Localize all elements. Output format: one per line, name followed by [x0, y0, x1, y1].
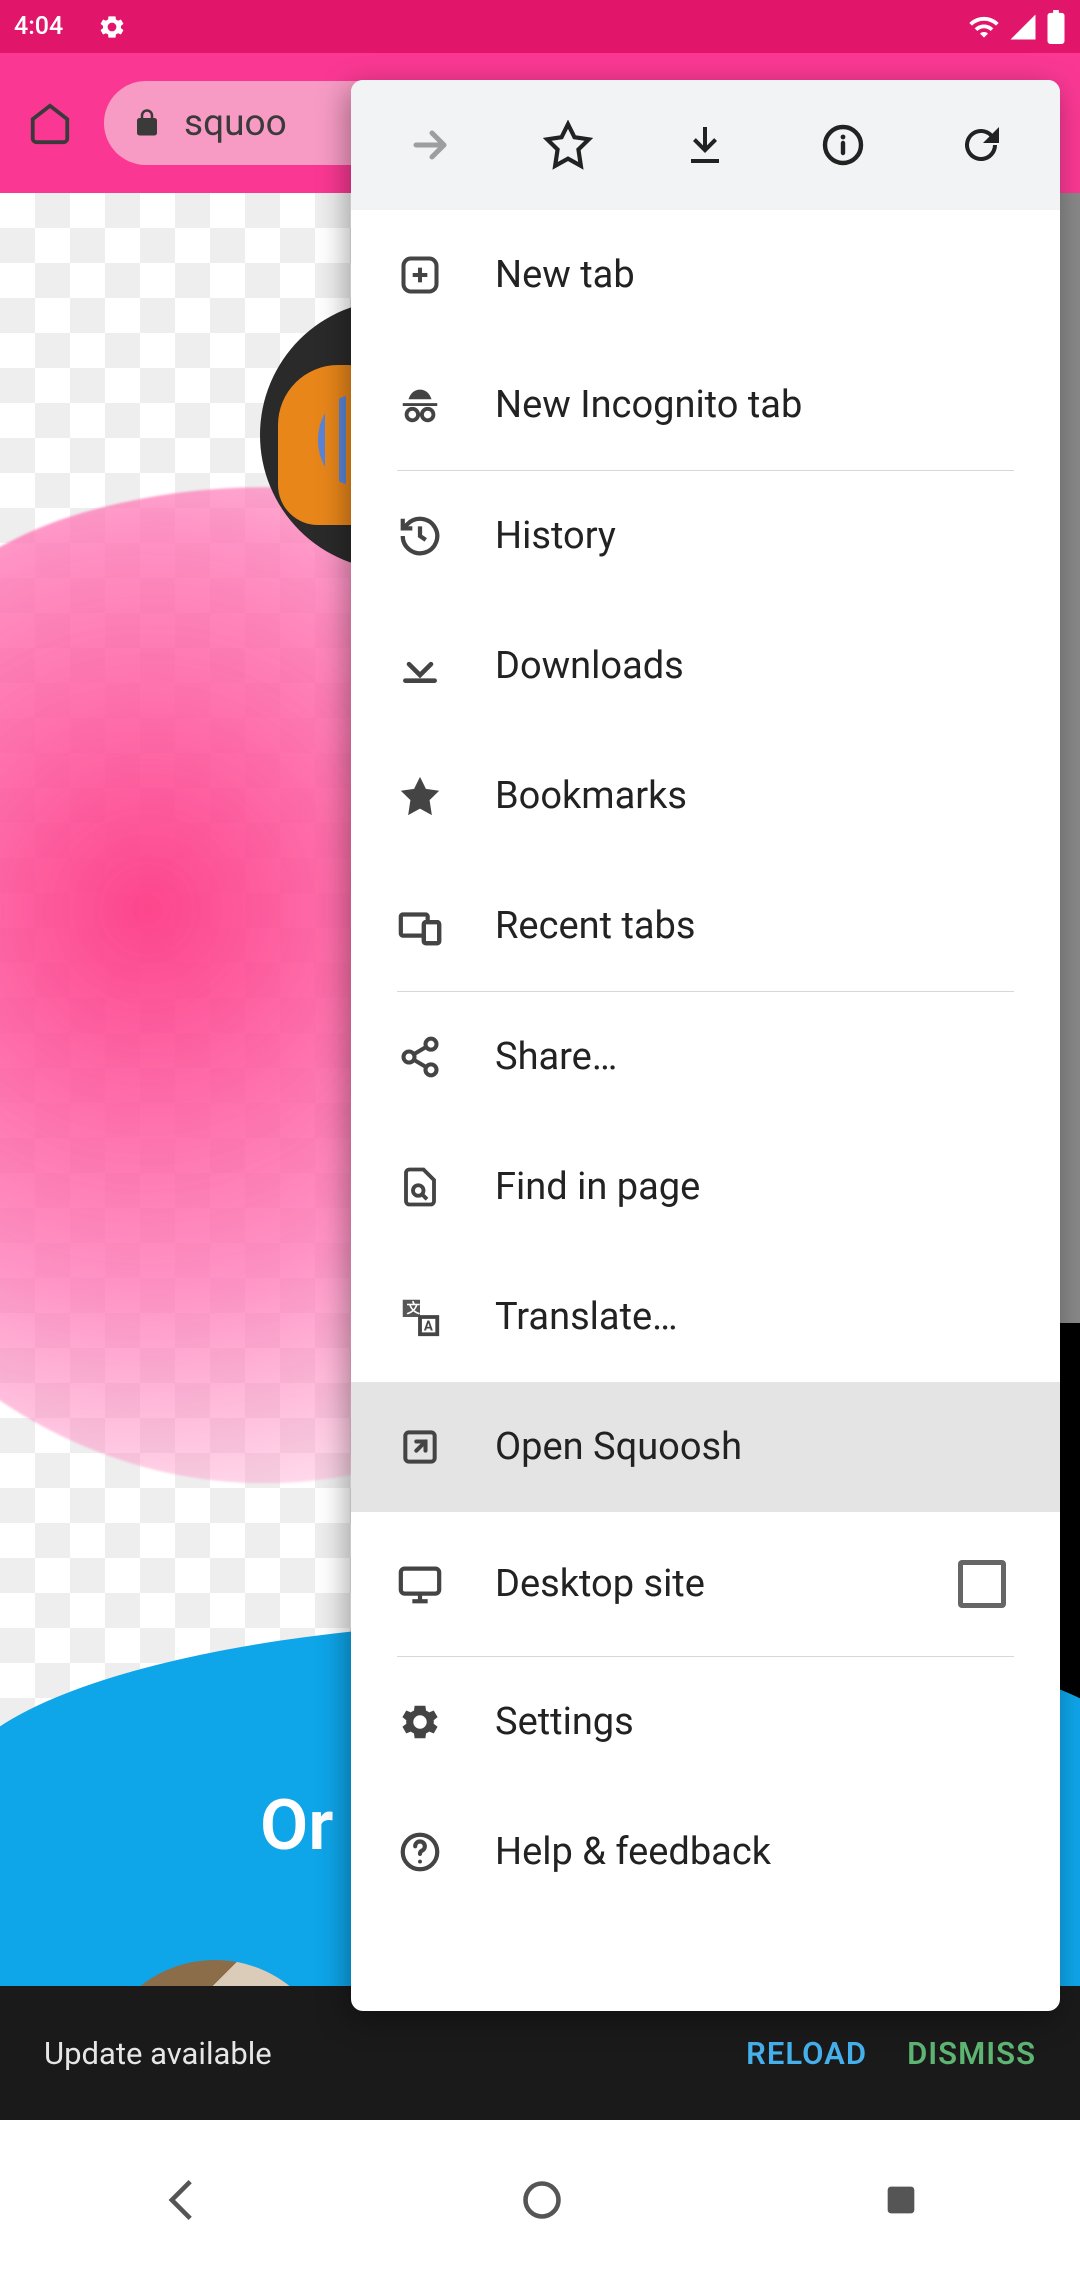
incognito-icon: [397, 382, 443, 428]
download-icon: [681, 121, 729, 169]
dismiss-button[interactable]: DISMISS: [907, 2035, 1036, 2072]
menu-label: Bookmarks: [495, 774, 1014, 818]
forward-icon: [406, 121, 454, 169]
status-bar: 4:04: [0, 0, 1080, 53]
settings-item[interactable]: Settings: [351, 1657, 1060, 1787]
star-outline-icon: [543, 120, 593, 170]
refresh-icon: [957, 121, 1005, 169]
translate-item[interactable]: 文A Translate…: [351, 1252, 1060, 1382]
incognito-tab-item[interactable]: New Incognito tab: [351, 340, 1060, 470]
svg-text:文: 文: [407, 1300, 421, 1317]
status-time: 4:04: [14, 12, 63, 41]
menu-label: Recent tabs: [495, 904, 1014, 948]
scrollbar[interactable]: [1059, 193, 1080, 1323]
refresh-button[interactable]: [941, 105, 1021, 185]
share-icon: [397, 1034, 443, 1080]
gear-icon: [397, 1699, 443, 1745]
url-text: squoo: [184, 102, 287, 145]
downloads-item[interactable]: Downloads: [351, 601, 1060, 731]
home-button[interactable]: [20, 93, 80, 153]
desktop-checkbox[interactable]: [958, 1560, 1006, 1608]
translate-icon: 文A: [397, 1294, 443, 1340]
bookmark-button[interactable]: [528, 105, 608, 185]
overflow-menu: New tab New Incognito tab History Downlo…: [351, 80, 1060, 2011]
history-item[interactable]: History: [351, 471, 1060, 601]
svg-text:A: A: [424, 1319, 433, 1334]
menu-label: Translate…: [495, 1295, 1014, 1339]
new-tab-icon: [397, 252, 443, 298]
open-app-item[interactable]: Open Squoosh: [351, 1382, 1060, 1512]
menu-label: Desktop site: [495, 1562, 906, 1606]
lock-icon: [132, 105, 162, 141]
menu-label: New Incognito tab: [495, 383, 1014, 427]
menu-label: History: [495, 514, 1014, 558]
home-nav-icon[interactable]: [520, 2178, 564, 2222]
menu-label: Help & feedback: [495, 1830, 1014, 1874]
devices-icon: [397, 903, 443, 949]
back-nav-icon[interactable]: [159, 2178, 203, 2222]
star-filled-icon: [397, 773, 443, 819]
share-item[interactable]: Share…: [351, 992, 1060, 1122]
reload-button[interactable]: RELOAD: [746, 2035, 867, 2072]
snackbar-message: Update available: [44, 2035, 706, 2072]
forward-button[interactable]: [390, 105, 470, 185]
download-button[interactable]: [665, 105, 745, 185]
bookmarks-item[interactable]: Bookmarks: [351, 731, 1060, 861]
menu-icon-row: [351, 80, 1060, 210]
info-icon: [819, 121, 867, 169]
page-info-button[interactable]: [803, 105, 883, 185]
find-in-page-item[interactable]: Find in page: [351, 1122, 1060, 1252]
help-icon: [397, 1829, 443, 1875]
desktop-icon: [397, 1561, 443, 1607]
history-icon: [397, 513, 443, 559]
downloads-icon: [397, 643, 443, 689]
open-external-icon: [397, 1424, 443, 1470]
menu-label: Settings: [495, 1700, 1014, 1744]
menu-label: Downloads: [495, 644, 1014, 688]
help-item[interactable]: Help & feedback: [351, 1787, 1060, 1917]
find-in-page-icon: [397, 1164, 443, 1210]
menu-label: New tab: [495, 253, 1014, 297]
cell-signal-icon: [1008, 12, 1038, 42]
settings-status-icon: [97, 12, 127, 42]
battery-icon: [1046, 10, 1066, 44]
recents-nav-icon[interactable]: [881, 2180, 921, 2220]
home-icon: [27, 100, 73, 146]
menu-label: Find in page: [495, 1165, 1014, 1209]
new-tab-item[interactable]: New tab: [351, 210, 1060, 340]
menu-label: Open Squoosh: [495, 1425, 1014, 1469]
desktop-site-item[interactable]: Desktop site: [351, 1512, 1060, 1656]
recent-tabs-item[interactable]: Recent tabs: [351, 861, 1060, 991]
wifi-icon: [968, 11, 1000, 43]
system-nav-bar: [0, 2120, 1080, 2280]
menu-label: Share…: [495, 1035, 1014, 1079]
